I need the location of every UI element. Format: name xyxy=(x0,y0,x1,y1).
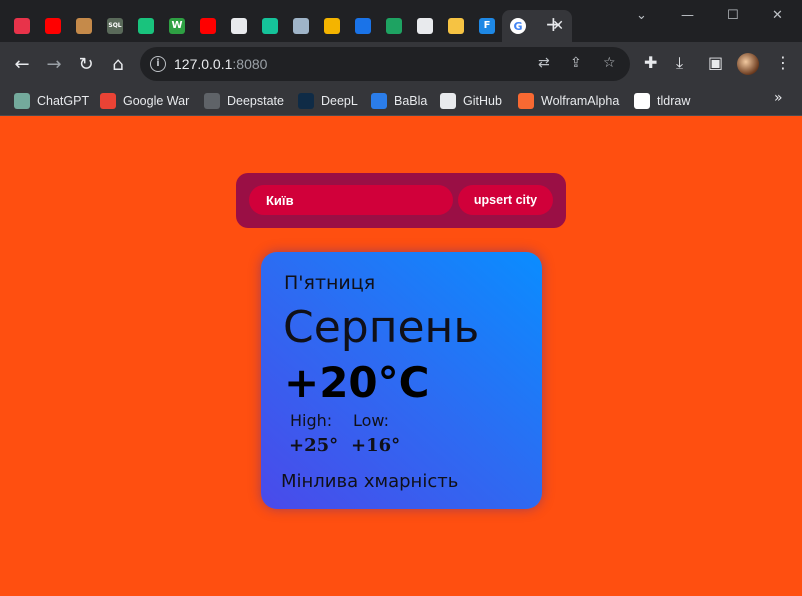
bookmarks-bar: ChatGPT Google War Deepstate DeepL BaBla GitH… xyxy=(0,86,802,116)
github-icon xyxy=(440,93,456,109)
bookmark-star-icon[interactable]: ☆ xyxy=(603,55,616,71)
maximize-button[interactable]: ☐ xyxy=(727,8,739,23)
babla-icon xyxy=(371,93,387,109)
bookmark-label: ChatGPT xyxy=(37,94,90,108)
side-panel-icon[interactable]: ▣ xyxy=(708,53,723,72)
youtube-icon xyxy=(45,18,61,34)
health-icon xyxy=(262,18,278,34)
heart-icon xyxy=(14,18,30,34)
bookmark-label: tldraw xyxy=(657,94,691,108)
url-text[interactable]: 127.0.0.1:8080 xyxy=(174,56,267,72)
atom-icon xyxy=(386,18,402,34)
deepstate-icon xyxy=(204,93,220,109)
youtube-icon xyxy=(200,18,216,34)
tab[interactable] xyxy=(37,10,69,42)
low-value: +16° xyxy=(351,435,401,456)
weather-card: П'ятниця Серпень +20°C High: Low: +25° +… xyxy=(261,252,542,509)
map-pin-icon xyxy=(100,93,116,109)
tab[interactable] xyxy=(223,10,255,42)
bookmark-label: DeepL xyxy=(321,94,358,108)
tab[interactable] xyxy=(68,10,100,42)
tab[interactable] xyxy=(192,10,224,42)
tab[interactable] xyxy=(378,10,410,42)
tab[interactable]: W xyxy=(161,10,193,42)
github-icon xyxy=(231,18,247,34)
bookmark-github[interactable]: GitHub xyxy=(440,92,502,110)
url-host: 127.0.0.1 xyxy=(174,56,233,72)
weather-description: Мінлива хмарність xyxy=(281,471,459,492)
jar-icon xyxy=(448,18,464,34)
current-temperature: +20°C xyxy=(284,358,430,407)
deepl-icon xyxy=(298,93,314,109)
tab[interactable] xyxy=(285,10,317,42)
menu-icon[interactable]: ⋮ xyxy=(775,53,791,72)
month-label: Серпень xyxy=(283,302,480,353)
tab[interactable] xyxy=(347,10,379,42)
bookmark-label: Deepstate xyxy=(227,94,284,108)
more-bookmarks-icon[interactable]: » xyxy=(774,90,783,106)
back-button[interactable]: ← xyxy=(10,52,34,76)
upsert-city-button[interactable]: upsert city xyxy=(458,185,553,215)
bookmark-chatgpt[interactable]: ChatGPT xyxy=(14,92,89,110)
bookmark-wolframalpha[interactable]: WolframAlpha xyxy=(518,92,619,110)
wolfram-icon xyxy=(518,93,534,109)
openai-icon xyxy=(138,18,154,34)
tab[interactable] xyxy=(254,10,286,42)
low-label: Low: xyxy=(353,411,390,430)
tab[interactable] xyxy=(409,10,441,42)
browser-toolbar: ← → ↻ ⌂ i 127.0.0.1:8080 ⇄ ⇪ ☆ ✚ ⤓ ▣ ⋮ xyxy=(0,42,802,86)
google-icon: G xyxy=(510,18,526,34)
tab[interactable] xyxy=(130,10,162,42)
reload-button[interactable]: ↻ xyxy=(74,52,98,76)
w-icon: W xyxy=(169,18,185,34)
tab[interactable]: F xyxy=(471,10,503,42)
window-close-button[interactable]: ✕ xyxy=(772,8,783,23)
bookmark-babla[interactable]: BaBla xyxy=(371,92,427,110)
high-value: +25° xyxy=(289,435,339,456)
chrome-icon xyxy=(417,18,433,34)
tab[interactable] xyxy=(440,10,472,42)
tab-strip: SQL W F G ✕ + ⌄ — ☐ ✕ xyxy=(0,0,802,42)
f-icon: F xyxy=(479,18,495,34)
bookmark-tldraw[interactable]: tldraw xyxy=(634,92,690,110)
sql-icon: SQL xyxy=(107,18,123,34)
forward-button[interactable]: → xyxy=(42,52,66,76)
pinwheel-icon xyxy=(324,18,340,34)
profile-avatar[interactable] xyxy=(737,53,759,75)
qr-icon xyxy=(293,18,309,34)
site-info-icon[interactable]: i xyxy=(150,56,166,72)
address-bar[interactable]: i 127.0.0.1:8080 ⇄ ⇪ ☆ xyxy=(140,47,630,81)
high-label: High: xyxy=(290,411,333,430)
translate-icon[interactable]: ⇄ xyxy=(538,55,550,71)
box-icon xyxy=(76,18,92,34)
bookmark-label: BaBla xyxy=(394,94,428,108)
url-port: :8080 xyxy=(232,56,268,72)
bookmark-deepl[interactable]: DeepL xyxy=(298,92,358,110)
tab[interactable] xyxy=(6,10,38,42)
openai-icon xyxy=(14,93,30,109)
bookmark-label: Google War xyxy=(123,94,190,108)
share-icon[interactable]: ⇪ xyxy=(570,55,582,71)
new-tab-button[interactable]: + xyxy=(545,14,562,34)
tldraw-icon xyxy=(634,93,650,109)
circle-icon xyxy=(355,18,371,34)
bookmark-label: GitHub xyxy=(463,94,502,108)
home-button[interactable]: ⌂ xyxy=(106,52,130,76)
bookmark-deepstate[interactable]: Deepstate xyxy=(204,92,284,110)
tab[interactable] xyxy=(316,10,348,42)
city-input[interactable] xyxy=(249,185,453,215)
extensions-icon[interactable]: ✚ xyxy=(644,53,657,72)
weekday-label: П'ятниця xyxy=(284,272,376,294)
tab-search-icon[interactable]: ⌄ xyxy=(636,8,647,23)
download-icon[interactable]: ⤓ xyxy=(676,53,683,73)
tab[interactable]: SQL xyxy=(99,10,131,42)
bookmark-google-war[interactable]: Google War xyxy=(100,92,189,110)
city-form: upsert city xyxy=(236,173,566,228)
minimize-button[interactable]: — xyxy=(681,8,694,23)
bookmark-label: WolframAlpha xyxy=(541,94,620,108)
